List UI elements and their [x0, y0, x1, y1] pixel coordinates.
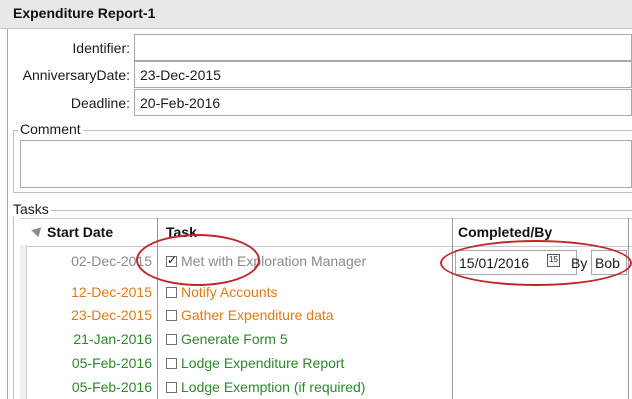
annotation-ellipse-completed — [440, 240, 632, 286]
tasks-group-border-top — [13, 210, 632, 211]
row-2-checkbox[interactable] — [166, 286, 177, 298]
comment-group-border-top — [13, 130, 632, 131]
row-1-start-date: 02-Dec-2015 — [71, 253, 152, 269]
annotation-ellipse-task — [136, 234, 260, 286]
start-date-column-header[interactable]: Start Date — [47, 224, 113, 240]
deadline-value: 20-Feb-2016 — [140, 95, 221, 111]
deadline-label: Deadline: — [70, 95, 130, 111]
tasks-group-border-left — [13, 210, 14, 399]
column-divider-3[interactable] — [628, 218, 629, 399]
row-4-checkbox[interactable] — [166, 333, 177, 345]
row-4-task[interactable]: Generate Form 5 — [166, 331, 288, 347]
row-4-task-label: Generate Form 5 — [181, 331, 288, 347]
row-6-task[interactable]: Lodge Exemption (if required) — [166, 379, 365, 395]
row-5-task[interactable]: Lodge Expenditure Report — [166, 355, 344, 371]
anniversary-date-value: 23-Dec-2015 — [140, 67, 221, 83]
row-5-start-date: 05-Feb-2016 — [71, 355, 152, 371]
identifier-label: Identifier: — [72, 40, 130, 56]
row-6-task-label: Lodge Exemption (if required) — [181, 379, 366, 395]
row-5-task-label: Lodge Expenditure Report — [181, 355, 345, 371]
row-2-start-date: 12-Dec-2015 — [71, 284, 152, 300]
window-left-border — [7, 0, 8, 399]
row-3-start-date: 23-Dec-2015 — [71, 307, 152, 323]
comment-group-border-left — [13, 130, 14, 192]
row-5-checkbox[interactable] — [166, 357, 177, 369]
row-selector-strip[interactable] — [20, 245, 27, 399]
completed-by-column-header[interactable]: Completed/By — [458, 224, 552, 240]
anniversary-date-label: AnniversaryDate: — [22, 67, 130, 83]
row-3-task-label: Gather Expenditure data — [181, 307, 334, 323]
comment-group-label: Comment — [18, 121, 83, 137]
tasks-group-label: Tasks — [11, 201, 51, 217]
identifier-field[interactable] — [134, 34, 632, 61]
row-6-start-date: 05-Feb-2016 — [71, 379, 152, 395]
row-6-checkbox[interactable] — [166, 381, 177, 393]
row-2-task-label: Notify Accounts — [181, 284, 278, 300]
row-2-task[interactable]: Notify Accounts — [166, 284, 278, 300]
comment-textarea[interactable] — [20, 140, 632, 188]
row-4-start-date: 21-Jan-2016 — [73, 331, 152, 347]
report-title: Expenditure Report-1 — [13, 5, 156, 21]
row-3-task[interactable]: Gather Expenditure data — [166, 307, 334, 323]
row-3-checkbox[interactable] — [166, 309, 177, 321]
comment-group-border-bottom — [13, 192, 632, 193]
column-divider-2[interactable] — [452, 218, 453, 399]
